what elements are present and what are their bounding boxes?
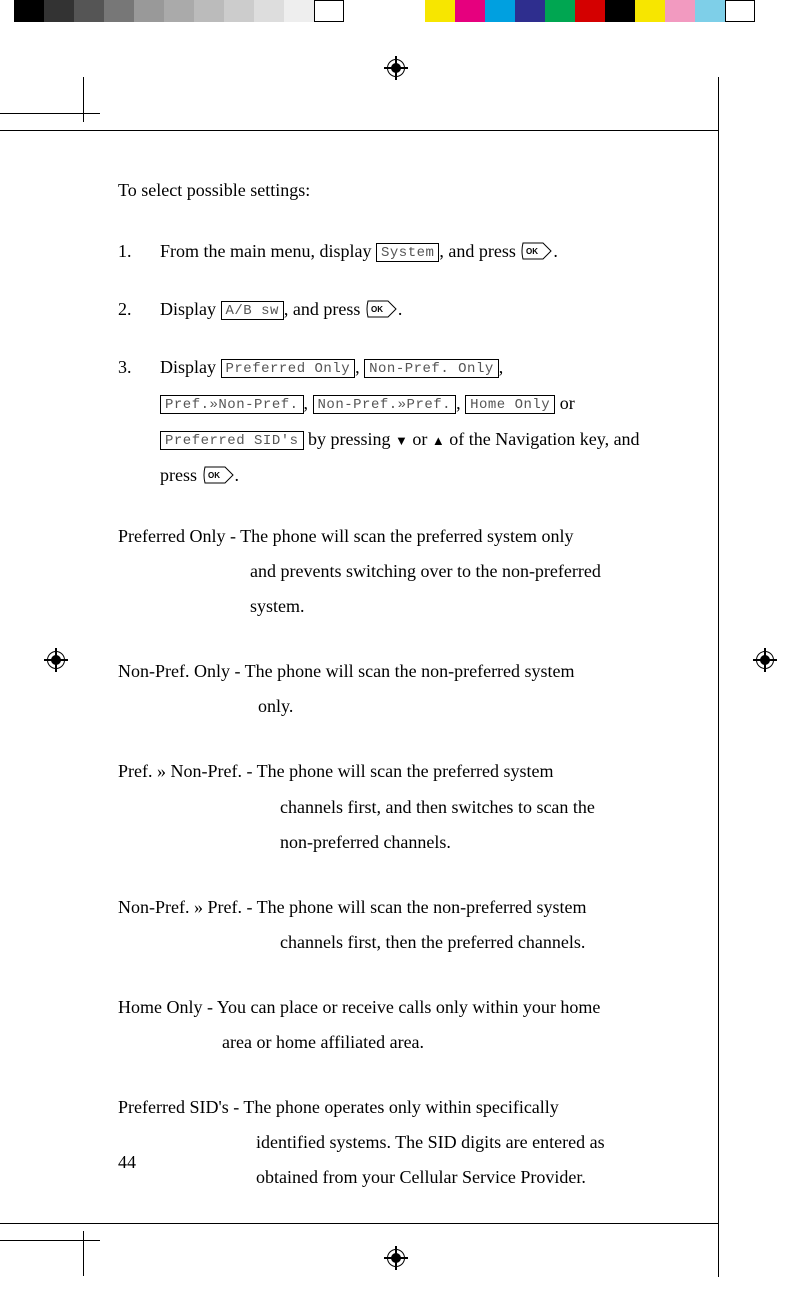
step-text: ,	[456, 393, 465, 413]
ok-button-icon: OK	[365, 300, 398, 318]
color-colorbar	[425, 0, 755, 22]
lcd-label-home-only: Home Only	[465, 395, 555, 414]
step-text: .	[398, 299, 403, 319]
lcd-label-system: System	[376, 243, 439, 262]
lcd-label-nonpref-only: Non-Pref. Only	[364, 359, 499, 378]
svg-text:OK: OK	[526, 247, 538, 256]
crop-mark	[83, 1231, 84, 1276]
step-2: 2. Display A/B sw, and press OK.	[118, 291, 676, 327]
ok-button-icon: OK	[520, 242, 553, 260]
step-text: or	[408, 429, 432, 449]
def-label: Home Only -	[118, 997, 217, 1017]
step-text: , and press	[284, 299, 365, 319]
def-pref-nonpref: Pref. » Non-Pref. - The phone will scan …	[118, 754, 676, 859]
crop-mark	[0, 130, 718, 131]
def-label: Preferred Only -	[118, 526, 240, 546]
def-nonpref-only: Non-Pref. Only - The phone will scan the…	[118, 654, 676, 724]
crop-mark	[0, 1240, 100, 1241]
def-text: identified systems. The SID digits are e…	[118, 1125, 676, 1160]
page-content: To select possible settings: 1. From the…	[118, 180, 676, 1225]
def-text: You can place or receive calls only with…	[217, 997, 601, 1017]
definitions-list: Preferred Only - The phone will scan the…	[118, 519, 676, 1195]
def-text: only.	[118, 689, 676, 724]
step-text: ,	[499, 357, 504, 377]
step-1: 1. From the main menu, display System, a…	[118, 233, 676, 269]
step-text: Display	[160, 357, 221, 377]
def-text: obtained from your Cellular Service Prov…	[118, 1160, 676, 1195]
ok-button-icon: OK	[202, 466, 235, 484]
step-text: Display	[160, 299, 221, 319]
crop-mark	[83, 77, 84, 122]
svg-text:OK: OK	[371, 305, 383, 314]
lcd-label-nonpref-pref: Non-Pref.»Pref.	[313, 395, 457, 414]
step-number: 2.	[118, 291, 160, 327]
step-text: ,	[304, 393, 313, 413]
step-text: or	[555, 393, 575, 413]
def-preferred-only: Preferred Only - The phone will scan the…	[118, 519, 676, 624]
svg-text:OK: OK	[208, 471, 220, 480]
def-label: Non-Pref. » Pref. -	[118, 897, 257, 917]
lcd-label-preferred-only: Preferred Only	[221, 359, 356, 378]
def-text: and prevents switching over to the non-p…	[118, 554, 676, 589]
def-text: The phone will scan the non-preferred sy…	[257, 897, 587, 917]
lcd-label-pref-nonpref: Pref.»Non-Pref.	[160, 395, 304, 414]
lcd-label-preferred-sids: Preferred SID's	[160, 431, 304, 450]
def-text: channels first, then the preferred chann…	[118, 925, 676, 960]
def-text: system.	[118, 589, 676, 624]
def-text: The phone will scan the preferred system	[257, 761, 554, 781]
step-number: 1.	[118, 233, 160, 269]
step-text: .	[235, 465, 240, 485]
registration-mark-icon	[384, 56, 408, 80]
step-text: From the main menu, display	[160, 241, 376, 261]
def-home-only: Home Only - You can place or receive cal…	[118, 990, 676, 1060]
step-text: , and press	[439, 241, 520, 261]
registration-mark-icon	[753, 648, 777, 672]
step-text: by pressing	[304, 429, 396, 449]
def-text: The phone operates only within specifica…	[243, 1097, 558, 1117]
nav-up-icon	[432, 429, 445, 449]
def-text: The phone will scan the non-preferred sy…	[245, 661, 575, 681]
grayscale-colorbar	[14, 0, 344, 22]
def-text: area or home affiliated area.	[118, 1025, 676, 1060]
intro-text: To select possible settings:	[118, 180, 676, 201]
step-number: 3.	[118, 349, 160, 493]
def-text: The phone will scan the preferred system…	[240, 526, 573, 546]
registration-mark-icon	[384, 1246, 408, 1270]
def-text: channels first, and then switches to sca…	[118, 790, 676, 825]
nav-down-icon	[395, 429, 408, 449]
def-text: non-preferred channels.	[118, 825, 676, 860]
step-text: .	[553, 241, 558, 261]
def-label: Pref. » Non-Pref. -	[118, 761, 257, 781]
lcd-label-absw: A/B sw	[221, 301, 284, 320]
def-label: Preferred SID's -	[118, 1097, 243, 1117]
def-nonpref-pref: Non-Pref. » Pref. - The phone will scan …	[118, 890, 676, 960]
def-label: Non-Pref. Only -	[118, 661, 245, 681]
crop-mark	[0, 113, 100, 114]
def-preferred-sids: Preferred SID's - The phone operates onl…	[118, 1090, 676, 1195]
crop-mark	[718, 77, 719, 1277]
step-3: 3. Display Preferred Only, Non-Pref. Onl…	[118, 349, 676, 493]
registration-mark-icon	[44, 648, 68, 672]
step-text: ,	[355, 357, 364, 377]
page-number: 44	[118, 1152, 136, 1173]
